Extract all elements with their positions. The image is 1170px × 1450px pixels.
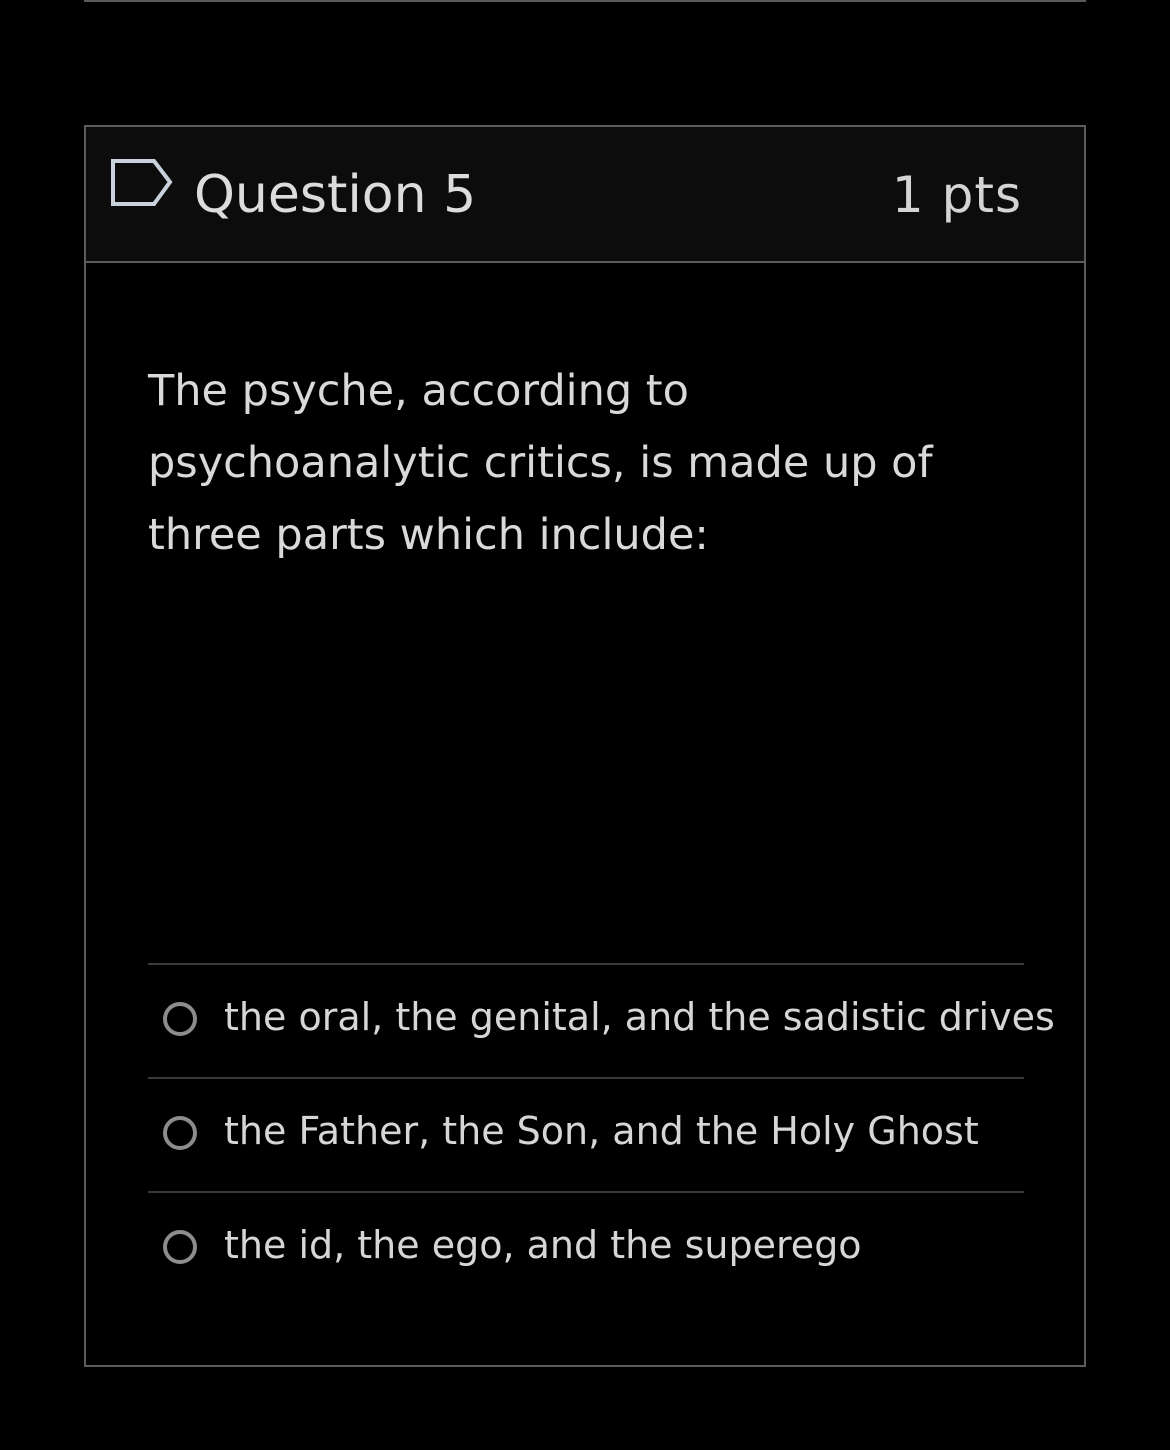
previous-question-divider xyxy=(84,0,1086,2)
answer-option[interactable]: the oral, the genital, and the sadistic … xyxy=(148,963,1055,1077)
answer-list: the oral, the genital, and the sadistic … xyxy=(148,963,1055,1305)
flag-question-icon[interactable] xyxy=(110,158,174,210)
question-title: Question 5 xyxy=(194,165,477,225)
question-card: Question 5 1 pts The psyche, according t… xyxy=(84,125,1086,1367)
answer-label[interactable]: the Father, the Son, and the Holy Ghost xyxy=(224,1105,979,1157)
question-header: Question 5 1 pts xyxy=(86,127,1084,263)
radio-unchecked-icon[interactable] xyxy=(163,1230,197,1264)
question-text: The psyche, according to psychoanalytic … xyxy=(148,366,933,560)
question-points: 1 pts xyxy=(891,166,1022,224)
radio-unchecked-icon[interactable] xyxy=(163,1116,197,1150)
answer-option[interactable]: the id, the ego, and the superego xyxy=(148,1191,1024,1305)
answer-label[interactable]: the oral, the genital, and the sadistic … xyxy=(224,991,1055,1043)
radio-unchecked-icon[interactable] xyxy=(163,1002,197,1036)
answer-option[interactable]: the Father, the Son, and the Holy Ghost xyxy=(148,1077,1024,1191)
answer-label[interactable]: the id, the ego, and the superego xyxy=(224,1219,862,1271)
